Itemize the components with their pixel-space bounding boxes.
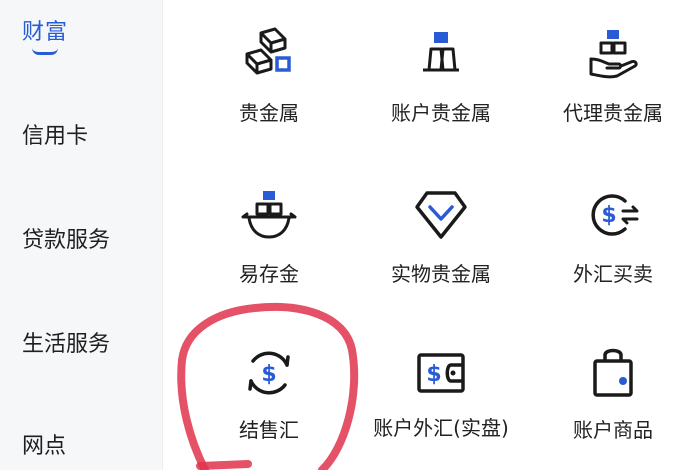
service-grid: 贵金属 账户贵金属 代理贵金属 易存金 实物贵金属 $ 外汇买卖 $ 结售汇 $…	[183, 0, 700, 470]
sidebar-item-credit-card[interactable]: 信用卡	[22, 118, 88, 150]
grid-item-easy-deposit-gold[interactable]: 易存金	[183, 185, 355, 287]
category-sidebar: 财富 信用卡 贷款服务 生活服务 网点	[0, 0, 163, 470]
svg-text:$: $	[601, 203, 616, 228]
grid-item-account-forex[interactable]: $ 账户外汇(实盘)	[355, 343, 527, 441]
grid-item-account-precious-metals[interactable]: 账户贵金属	[355, 24, 527, 126]
grid-item-label: 贵金属	[239, 101, 299, 125]
sidebar-item-label: 财富	[21, 20, 68, 45]
grid-item-precious-metals[interactable]: 贵金属	[183, 24, 355, 126]
currency-exchange-icon: $	[591, 194, 639, 236]
svg-text:$: $	[426, 362, 441, 387]
gold-bars-icon	[245, 27, 291, 75]
grid-item-foreign-exchange-settlement[interactable]: $ 结售汇	[183, 343, 355, 443]
grid-item-label: 账户外汇(实盘)	[373, 416, 509, 440]
grid-item-account-commodities[interactable]: 账户商品	[527, 343, 699, 443]
grid-item-label: 易存金	[239, 262, 299, 286]
sidebar-item-loan-services[interactable]: 贷款服务	[22, 222, 110, 254]
stacked-gold-icon	[423, 32, 459, 72]
sidebar-item-life-services[interactable]: 生活服务	[22, 326, 110, 358]
grid-item-label: 结售汇	[239, 418, 299, 442]
active-indicator	[32, 48, 58, 55]
dollar-exchange-icon: $	[248, 351, 290, 395]
dollar-wallet-icon: $	[417, 353, 465, 393]
svg-text:$: $	[261, 362, 276, 387]
grid-item-label: 代理贵金属	[563, 101, 663, 125]
gold-in-hand-icon	[589, 30, 638, 79]
grid-item-agency-precious-metals[interactable]: 代理贵金属	[527, 24, 699, 126]
sidebar-item-branches[interactable]: 网点	[22, 428, 66, 460]
shopping-bag-icon	[593, 348, 633, 397]
gold-in-bowl-icon	[241, 191, 297, 239]
grid-item-label: 实物贵金属	[391, 262, 491, 286]
grid-item-label: 外汇买卖	[573, 262, 653, 286]
grid-item-forex-trading[interactable]: $ 外汇买卖	[527, 185, 699, 287]
grid-item-label: 账户贵金属	[391, 101, 491, 125]
diamond-icon	[415, 191, 467, 239]
grid-item-physical-precious-metals[interactable]: 实物贵金属	[355, 185, 527, 287]
sidebar-item-wealth[interactable]: 财富	[20, 14, 70, 55]
grid-item-label: 账户商品	[573, 418, 653, 442]
